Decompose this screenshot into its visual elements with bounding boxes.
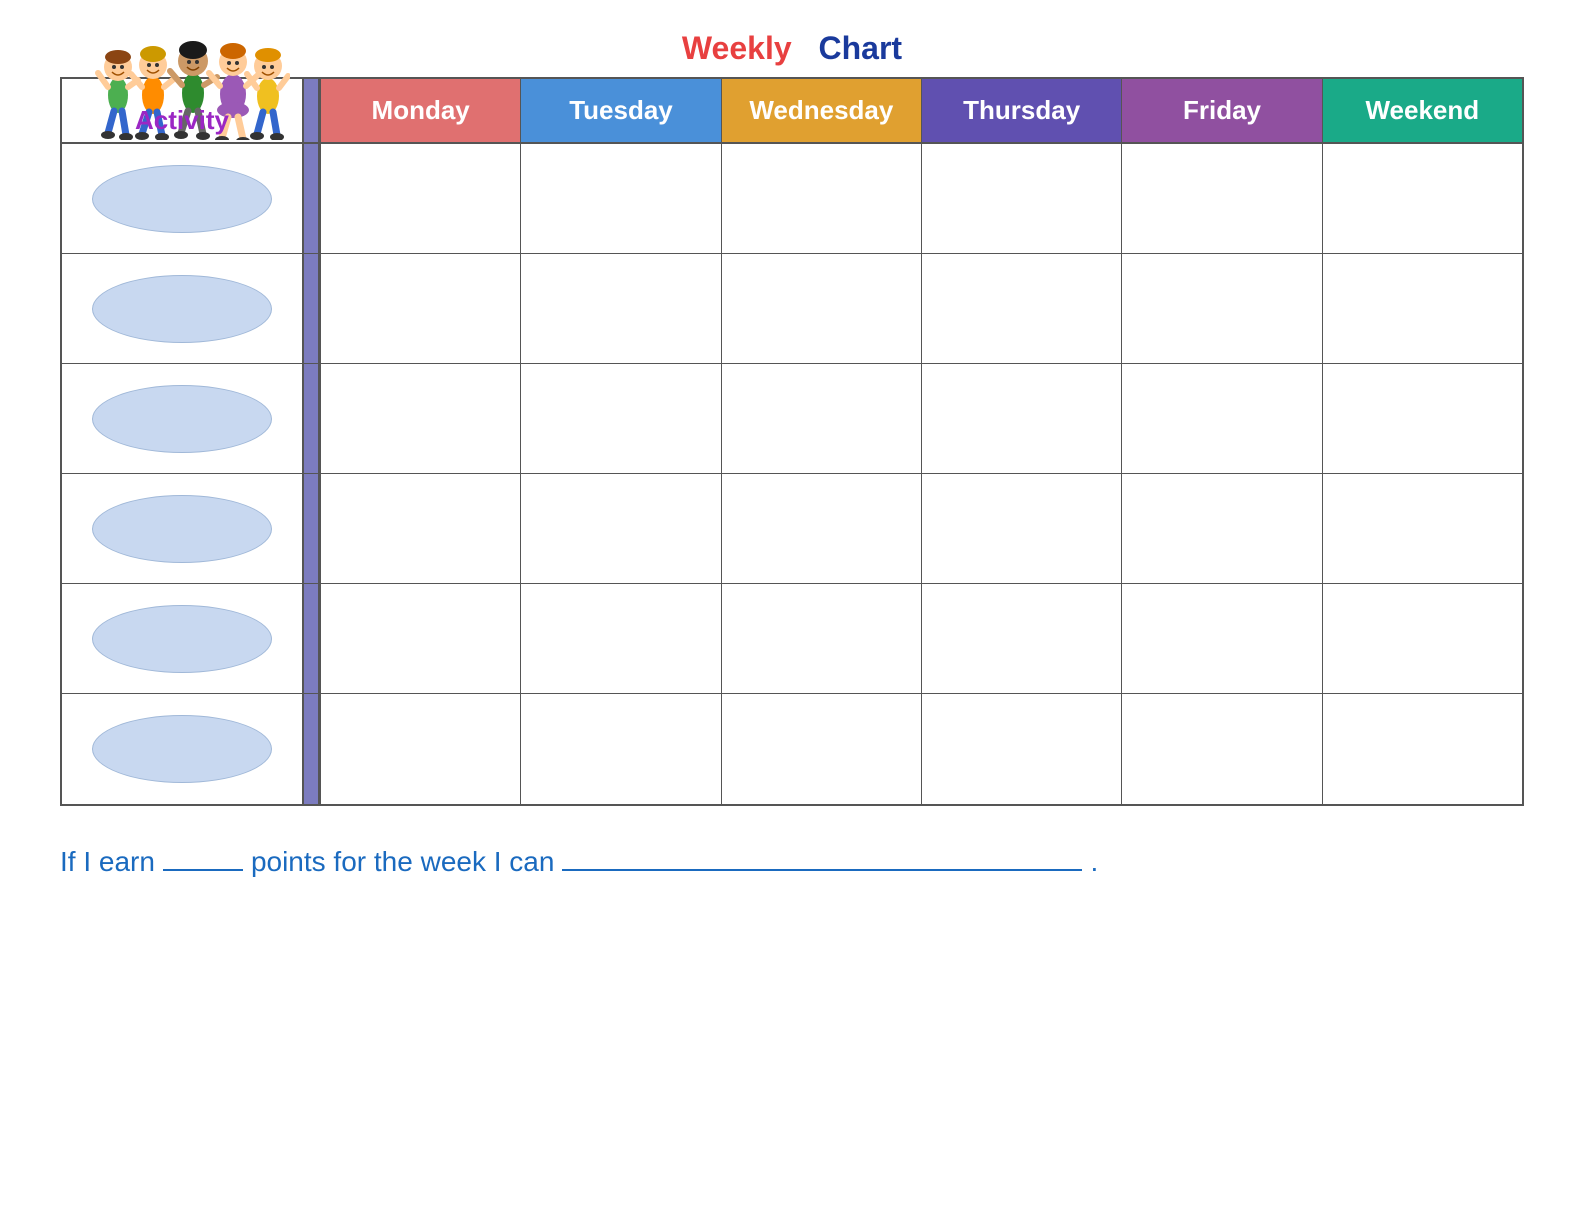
header-thursday: Thursday [921,79,1121,142]
table-row [62,474,1522,584]
data-cell-1-thu [921,144,1121,253]
activity-oval-1 [92,165,272,233]
separator-header [302,79,320,142]
data-cell-1-tue [520,144,720,253]
data-cell-5-fri [1121,584,1321,693]
data-cell-1-fri [1121,144,1321,253]
page-title: Weekly Chart [682,30,902,67]
data-cell-4-fri [1121,474,1321,583]
chart-header: Activity Monday Tuesday Wednesday Thursd… [62,79,1522,144]
data-cell-5-thu [921,584,1121,693]
title-weekly: Weekly [682,30,792,66]
data-cell-1-mon [320,144,520,253]
activity-oval-6 [92,715,272,783]
table-row [62,254,1522,364]
weekly-chart: Activity Monday Tuesday Wednesday Thursd… [60,77,1524,806]
data-cell-3-thu [921,364,1121,473]
activity-oval-3 [92,385,272,453]
activity-oval-2 [92,275,272,343]
activity-cell-4 [62,474,302,583]
data-cell-2-tue [520,254,720,363]
data-cell-5-tue [520,584,720,693]
table-row [62,364,1522,474]
table-row [62,584,1522,694]
data-cell-1-wed [721,144,921,253]
separator-row-6 [302,694,320,804]
footer-sentence: If I earn points for the week I can . [60,846,1524,878]
activity-oval-4 [92,495,272,563]
data-cell-3-fri [1121,364,1321,473]
activity-cell-3 [62,364,302,473]
separator-row-5 [302,584,320,693]
footer-blank-reward[interactable] [562,869,1082,871]
data-cell-5-wed [721,584,921,693]
data-cell-4-mon [320,474,520,583]
data-cell-3-wknd [1322,364,1522,473]
activity-oval-5 [92,605,272,673]
separator-row-2 [302,254,320,363]
data-cell-4-tue [520,474,720,583]
title-chart: Chart [819,30,903,66]
data-cell-6-wknd [1322,694,1522,804]
data-cell-2-thu [921,254,1121,363]
activity-cell-5 [62,584,302,693]
data-cell-2-fri [1121,254,1321,363]
data-cell-6-fri [1121,694,1321,804]
separator-row-3 [302,364,320,473]
data-cell-3-tue [520,364,720,473]
data-cell-6-tue [520,694,720,804]
header-tuesday: Tuesday [520,79,720,142]
data-cell-1-wknd [1322,144,1522,253]
table-row [62,144,1522,254]
header-weekend: Weekend [1322,79,1522,142]
data-cell-6-thu [921,694,1121,804]
data-cell-2-wknd [1322,254,1522,363]
activity-cell-6 [62,694,302,804]
data-cell-5-wknd [1322,584,1522,693]
data-cell-6-mon [320,694,520,804]
activity-header-cell: Activity [62,79,302,142]
title-area: Weekly Chart [60,30,1524,67]
data-cell-3-wed [721,364,921,473]
data-cell-2-wed [721,254,921,363]
data-cell-4-wed [721,474,921,583]
data-cell-5-mon [320,584,520,693]
footer-blank-points[interactable] [163,869,243,871]
table-row [62,694,1522,804]
header-wednesday: Wednesday [721,79,921,142]
activity-cell-1 [62,144,302,253]
data-cell-4-thu [921,474,1121,583]
data-cell-3-mon [320,364,520,473]
footer-text-2: points for the week I can [251,846,555,878]
separator-row-4 [302,474,320,583]
footer-dot: . [1090,846,1098,878]
header-monday: Monday [320,79,520,142]
data-cell-2-mon [320,254,520,363]
separator-row-1 [302,144,320,253]
footer-text-1: If I earn [60,846,155,878]
activity-label: Activity [135,105,229,136]
header-friday: Friday [1121,79,1321,142]
data-cell-6-wed [721,694,921,804]
data-cell-4-wknd [1322,474,1522,583]
activity-cell-2 [62,254,302,363]
